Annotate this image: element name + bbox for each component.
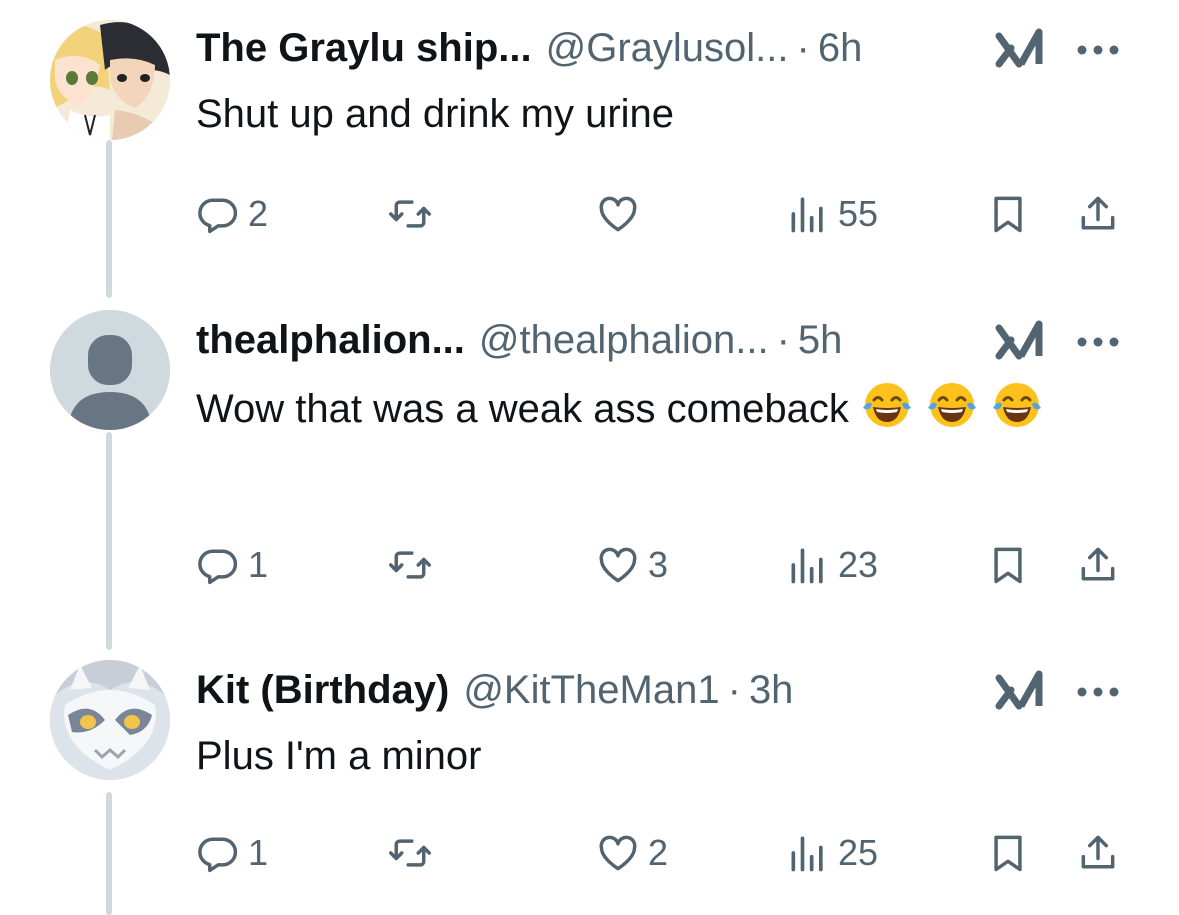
avatar[interactable]: [50, 20, 170, 140]
grok-icon[interactable]: [995, 320, 1047, 360]
avatar[interactable]: [50, 310, 170, 430]
share-icon: [1081, 196, 1115, 230]
bookmark-icon: [994, 196, 1022, 233]
tweet-text-content: Wow that was a weak ass comeback: [196, 387, 849, 431]
tweet-header: The Graylu ship... @Graylusol... · 6h: [196, 18, 862, 78]
share-icon: [1081, 547, 1115, 581]
retweet-button[interactable]: [388, 184, 440, 244]
timestamp[interactable]: 3h: [749, 660, 794, 720]
share-button[interactable]: [1076, 184, 1120, 244]
views-button[interactable]: 55: [786, 184, 878, 244]
share-button[interactable]: [1076, 823, 1120, 883]
reply-count: 1: [248, 832, 269, 873]
like-icon: [599, 835, 637, 871]
bookmark-icon: [994, 835, 1022, 872]
views-count: 55: [838, 193, 879, 234]
bookmark-button[interactable]: [986, 823, 1030, 883]
retweet-button[interactable]: [388, 535, 440, 595]
views-count: 23: [838, 544, 879, 585]
user-handle[interactable]: @thealphalion...: [479, 310, 769, 370]
views-icon: [791, 836, 823, 872]
bookmark-button[interactable]: [986, 535, 1030, 595]
bookmark-icon: [994, 547, 1022, 584]
more-icon[interactable]: [1074, 28, 1122, 68]
white-creature-avatar-icon: [50, 660, 170, 780]
bookmark-button[interactable]: [986, 184, 1030, 244]
display-name[interactable]: Kit (Birthday): [196, 660, 449, 720]
retweet-button[interactable]: [388, 823, 440, 883]
like-count: 2: [648, 832, 669, 873]
more-icon[interactable]: [1074, 320, 1122, 360]
tweet-text: Wow that was a weak ass comeback: [196, 378, 1086, 437]
like-button[interactable]: 3: [596, 535, 668, 595]
separator-dot: ·: [727, 668, 741, 712]
like-button[interactable]: [596, 184, 648, 244]
grok-icon[interactable]: [995, 28, 1047, 68]
user-handle[interactable]: @Graylusol...: [546, 18, 789, 78]
reply-count: 1: [248, 544, 269, 585]
reply-button[interactable]: 2: [196, 184, 268, 244]
timestamp[interactable]: 6h: [818, 18, 863, 78]
like-button[interactable]: 2: [596, 823, 668, 883]
like-icon: [599, 196, 637, 232]
tweet[interactable]: The Graylu ship... @Graylusol... · 6h Sh…: [0, 18, 1179, 268]
default-person-avatar-icon: [50, 310, 170, 430]
more-icon[interactable]: [1074, 670, 1122, 710]
views-button[interactable]: 23: [786, 535, 878, 595]
display-name[interactable]: The Graylu ship...: [196, 18, 532, 78]
reply-icon: [198, 549, 238, 585]
share-icon: [1081, 835, 1115, 869]
tweet[interactable]: Kit (Birthday) @KitTheMan1 · 3h Plus I'm…: [0, 660, 1179, 915]
reply-icon: [198, 837, 238, 873]
anime-couple-avatar-icon: [50, 20, 170, 140]
separator-dot: ·: [796, 26, 810, 70]
like-count: 3: [648, 544, 669, 585]
views-icon: [791, 548, 823, 584]
tweet-text-content: Plus I'm a minor: [196, 734, 482, 778]
retweet-icon: [389, 551, 431, 579]
timestamp[interactable]: 5h: [798, 310, 843, 370]
action-bar: 1 2 25: [0, 823, 1179, 883]
tears-of-joy-emoji-icon: [863, 383, 911, 427]
reply-count: 2: [248, 193, 269, 234]
avatar[interactable]: [50, 660, 170, 780]
user-handle[interactable]: @KitTheMan1: [463, 660, 719, 720]
reply-icon: [198, 198, 238, 234]
tweet-text-content: Shut up and drink my urine: [196, 92, 675, 136]
views-button[interactable]: 25: [786, 823, 878, 883]
tweet-text: Shut up and drink my urine: [196, 86, 1096, 142]
grok-icon[interactable]: [995, 670, 1047, 710]
retweet-icon: [389, 200, 431, 228]
tweet-header: Kit (Birthday) @KitTheMan1 · 3h: [196, 660, 793, 720]
tweet[interactable]: thealphalion... @thealphalion... · 5h Wo…: [0, 310, 1179, 610]
like-icon: [599, 547, 637, 583]
action-bar: 2 55: [0, 184, 1179, 244]
action-bar: 1 3 23: [0, 535, 1179, 595]
tweet-text: Plus I'm a minor: [196, 728, 1096, 784]
tears-of-joy-emoji-icon: [993, 383, 1042, 427]
tears-of-joy-emoji-icon: [928, 383, 977, 427]
share-button[interactable]: [1076, 535, 1120, 595]
views-count: 25: [838, 832, 879, 873]
reply-button[interactable]: 1: [196, 823, 268, 883]
separator-dot: ·: [776, 318, 790, 362]
tweet-header: thealphalion... @thealphalion... · 5h: [196, 310, 842, 370]
display-name[interactable]: thealphalion...: [196, 310, 465, 370]
reply-button[interactable]: 1: [196, 535, 268, 595]
retweet-icon: [389, 839, 431, 867]
views-icon: [791, 197, 823, 233]
